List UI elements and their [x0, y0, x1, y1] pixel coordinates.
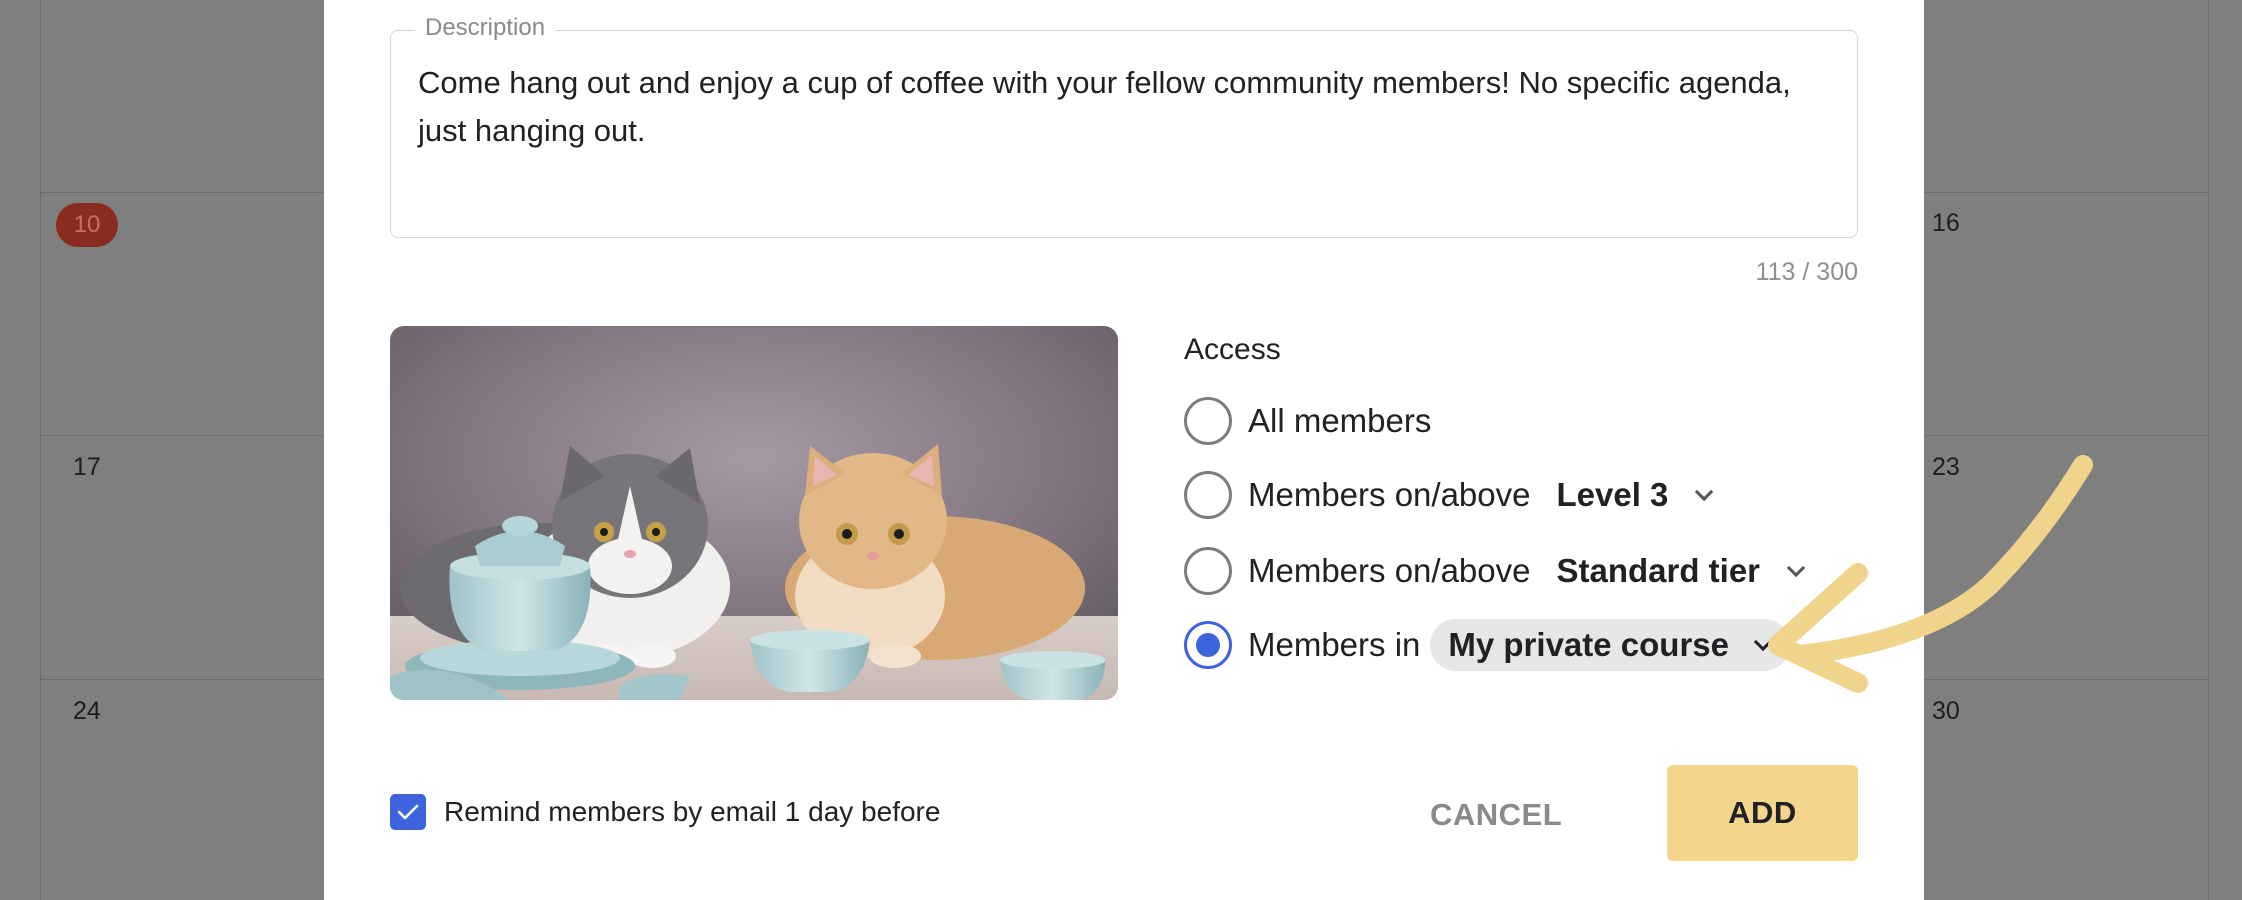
calendar-gridline	[40, 0, 41, 900]
remind-label: Remind members by email 1 day before	[444, 796, 941, 827]
description-field[interactable]: Description Come hang out and enjoy a cu…	[390, 14, 1858, 238]
level-select[interactable]: Level 3	[1556, 476, 1714, 514]
calendar-gridline	[1924, 192, 2208, 193]
access-heading: Access	[1184, 333, 1281, 366]
remind-checkbox-row[interactable]: Remind members by email 1 day before	[390, 794, 940, 830]
access-option-course[interactable]: Members in My private course	[1184, 619, 1791, 671]
description-label: Description	[415, 14, 556, 42]
radio-button[interactable]	[1184, 471, 1232, 519]
description-textarea[interactable]: Come hang out and enjoy a cup of coffee …	[418, 59, 1818, 155]
level-select-value: Level 3	[1556, 476, 1669, 513]
chevron-down-icon	[1695, 482, 1714, 501]
calendar-gridline	[40, 192, 324, 193]
option-label: Members on/above	[1248, 476, 1531, 513]
calendar-gridline	[1924, 435, 2208, 436]
course-select[interactable]: My private course	[1430, 619, 1791, 671]
calendar-gridline	[40, 679, 324, 680]
calendar-day[interactable]: 17	[73, 453, 101, 482]
course-select-value: My private course	[1448, 626, 1730, 663]
add-event-dialog: Description Come hang out and enjoy a cu…	[324, 0, 1924, 900]
option-label: Members on/above	[1248, 552, 1531, 589]
option-label: Members in	[1248, 626, 1421, 663]
access-option-level[interactable]: Members on/above Level 3	[1184, 470, 1714, 520]
calendar-day-today[interactable]: 10	[56, 203, 118, 247]
checkmark-icon	[397, 804, 419, 820]
option-label: All members	[1248, 402, 1432, 439]
radio-button[interactable]	[1184, 397, 1232, 445]
calendar-gridline	[40, 435, 324, 436]
annotation-arrow-icon	[1768, 455, 2093, 693]
character-counter: 113 / 300	[1755, 258, 1858, 286]
cancel-button[interactable]: CANCEL	[1430, 790, 1562, 840]
calendar-day[interactable]: 16	[1932, 209, 1960, 238]
access-option-tier[interactable]: Members on/above Standard tier	[1184, 546, 1806, 596]
access-option-all-members[interactable]: All members	[1184, 396, 1431, 446]
remind-checkbox[interactable]	[390, 794, 426, 830]
add-button[interactable]: ADD	[1667, 765, 1858, 861]
radio-button[interactable]	[1184, 547, 1232, 595]
calendar-day[interactable]: 24	[73, 697, 101, 726]
tier-select-value: Standard tier	[1556, 552, 1761, 589]
calendar-gridline	[2208, 0, 2209, 900]
radio-button-selected[interactable]	[1184, 621, 1232, 669]
cats-with-teacups-image[interactable]	[390, 326, 1118, 700]
